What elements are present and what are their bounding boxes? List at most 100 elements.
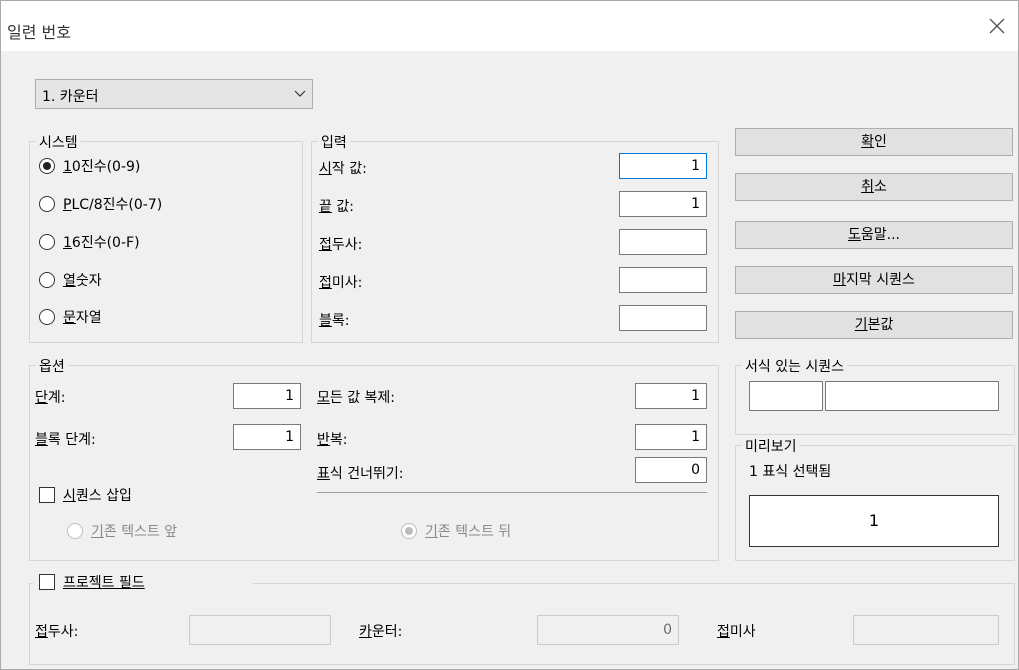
options-divider bbox=[317, 492, 707, 493]
end-value-label: 끝 값: bbox=[319, 196, 354, 216]
radio-string-button[interactable] bbox=[39, 309, 55, 325]
radio-hex-mnemonic: 1 bbox=[63, 235, 72, 251]
duplicate-all-input[interactable]: 1 bbox=[635, 383, 707, 409]
radio-after-text-text: 존 텍스트 뒤 bbox=[437, 524, 512, 540]
system-group-title: 시스템 bbox=[36, 132, 81, 152]
start-value-input[interactable]: 1 bbox=[619, 153, 707, 179]
radio-octal-label: PLC/8진수(0-7) bbox=[63, 194, 162, 214]
block-step-input[interactable]: 1 bbox=[233, 424, 301, 450]
cancel-button[interactable]: 취소 bbox=[735, 173, 1013, 201]
ok-button[interactable]: 확인 bbox=[735, 128, 1013, 156]
radio-hex-label: 16진수(0-F) bbox=[63, 232, 140, 252]
preview-selected-count: 1 표식 선택됨 bbox=[749, 464, 832, 480]
radio-column-number-mnemonic: 열 bbox=[63, 273, 76, 289]
help-button[interactable]: 도움말... bbox=[735, 221, 1013, 249]
radio-decimal-text: 0진수(0-9) bbox=[71, 159, 141, 175]
repeat-input[interactable]: 1 bbox=[635, 424, 707, 450]
close-icon[interactable] bbox=[986, 15, 1008, 37]
start-value-label: 시작 값: bbox=[319, 158, 367, 178]
radio-before-text-button[interactable] bbox=[67, 523, 83, 539]
project-counter-label: 카운터: bbox=[359, 621, 402, 641]
end-value-text: 값: bbox=[331, 199, 354, 215]
formatted-sequence-part1[interactable] bbox=[749, 381, 823, 411]
radio-hex-text: 6진수(0-F) bbox=[71, 235, 140, 251]
duplicate-all-text: 든 값 복제: bbox=[329, 390, 396, 406]
radio-string-label: 문자열 bbox=[63, 307, 102, 327]
project-suffix-text: 미사 bbox=[729, 624, 756, 640]
skip-marks-mnemonic: 표 bbox=[317, 466, 330, 482]
project-prefix-input[interactable] bbox=[189, 615, 331, 645]
last-sequence-button[interactable]: 마지막 시퀀스 bbox=[735, 266, 1013, 294]
radio-column-number-button[interactable] bbox=[39, 272, 55, 288]
suffix-mnemonic: 접 bbox=[319, 275, 332, 291]
window-title: 일련 번호 bbox=[7, 23, 71, 42]
insert-sequence-text: 퀀스 삽입 bbox=[75, 488, 132, 504]
project-fields-checkbox[interactable] bbox=[39, 574, 55, 590]
skip-marks-text: 식 건너뛰기: bbox=[329, 466, 404, 482]
help-mnemonic: 도 bbox=[847, 227, 861, 243]
step-input[interactable]: 1 bbox=[233, 383, 301, 409]
repeat-mnemonic: 반 bbox=[317, 432, 330, 448]
duplicate-all-label: 모든 값 복제: bbox=[317, 387, 395, 407]
default-text: 본값 bbox=[867, 317, 894, 333]
insert-sequence-label: 시퀀스 삽입 bbox=[63, 485, 132, 505]
project-fields-text: 프로젝트 필드 bbox=[63, 575, 145, 591]
radio-before-text-mnemonic: 기 bbox=[91, 524, 104, 540]
last-sequence-text: 지막 시퀀스 bbox=[846, 272, 915, 288]
formatted-sequence-title: 서식 있는 시퀀스 bbox=[742, 356, 848, 376]
radio-decimal-button[interactable] bbox=[39, 158, 55, 174]
type-dropdown-value: 1. 카운터 bbox=[42, 89, 99, 105]
radio-decimal-label: 10진수(0-9) bbox=[63, 156, 140, 176]
prefix-mnemonic: 접 bbox=[319, 237, 332, 253]
block-step-label: 블록 단계: bbox=[35, 429, 96, 449]
duplicate-all-mnemonic: 모 bbox=[317, 390, 330, 406]
end-value-input[interactable]: 1 bbox=[619, 191, 707, 217]
radio-after-text-mnemonic: 기 bbox=[425, 524, 438, 540]
end-value-mnemonic: 끝 bbox=[319, 199, 332, 215]
suffix-text: 미사: bbox=[331, 275, 363, 291]
project-prefix-label: 접두사: bbox=[35, 621, 78, 641]
prefix-text: 두사: bbox=[331, 237, 363, 253]
project-fields-header[interactable]: 프로젝트 필드 bbox=[33, 571, 253, 593]
help-text: 움말... bbox=[860, 227, 900, 243]
radio-before-text-text: 존 텍스트 앞 bbox=[103, 524, 178, 540]
last-sequence-mnemonic: 마 bbox=[833, 272, 847, 288]
radio-after-text-label: 기존 텍스트 뒤 bbox=[425, 521, 511, 541]
suffix-label: 접미사: bbox=[319, 272, 362, 292]
insert-sequence-box[interactable] bbox=[39, 487, 55, 503]
radio-octal-text: LC/8진수(0-7) bbox=[71, 197, 163, 213]
default-button[interactable]: 기본값 bbox=[735, 311, 1013, 339]
serial-number-dialog: 일련 번호 1. 카운터 시스템 10진수(0-9) PLC/8진수(0-7) … bbox=[0, 0, 1019, 670]
repeat-label: 반복: bbox=[317, 429, 348, 449]
project-counter-mnemonic: 카 bbox=[359, 624, 372, 640]
start-value-mnemonic: 시 bbox=[319, 161, 332, 177]
repeat-text: 복: bbox=[329, 432, 348, 448]
project-prefix-text: 두사: bbox=[47, 624, 79, 640]
project-suffix-mnemonic: 접 bbox=[717, 624, 730, 640]
radio-after-text-button[interactable] bbox=[401, 523, 417, 539]
radio-column-number-label: 열숫자 bbox=[63, 270, 102, 290]
step-text: 계: bbox=[47, 390, 66, 406]
options-group-title: 옵션 bbox=[36, 356, 68, 376]
prefix-input[interactable] bbox=[619, 229, 707, 255]
formatted-sequence-part2[interactable] bbox=[825, 381, 999, 411]
suffix-input[interactable] bbox=[619, 267, 707, 293]
preview-box: 1 bbox=[749, 495, 999, 547]
project-suffix-input[interactable] bbox=[853, 615, 999, 645]
project-counter-input[interactable]: 0 bbox=[537, 615, 679, 645]
step-mnemonic: 단 bbox=[35, 390, 48, 406]
radio-hex-button[interactable] bbox=[39, 234, 55, 250]
skip-marks-label: 표식 건너뛰기: bbox=[317, 463, 403, 483]
radio-column-number-text: 숫자 bbox=[75, 273, 102, 289]
type-dropdown[interactable]: 1. 카운터 bbox=[35, 79, 313, 109]
project-counter-text: 운터: bbox=[371, 624, 403, 640]
project-suffix-label: 접미사 bbox=[717, 621, 756, 641]
skip-marks-input[interactable]: 0 bbox=[635, 457, 707, 483]
radio-octal-button[interactable] bbox=[39, 196, 55, 212]
block-input[interactable] bbox=[619, 305, 707, 331]
cancel-mnemonic: 취 bbox=[861, 179, 874, 195]
ok-text: 인 bbox=[874, 134, 887, 150]
prefix-label: 접두사: bbox=[319, 234, 362, 254]
chevron-down-icon bbox=[294, 90, 306, 97]
input-group-title: 입력 bbox=[318, 132, 350, 152]
